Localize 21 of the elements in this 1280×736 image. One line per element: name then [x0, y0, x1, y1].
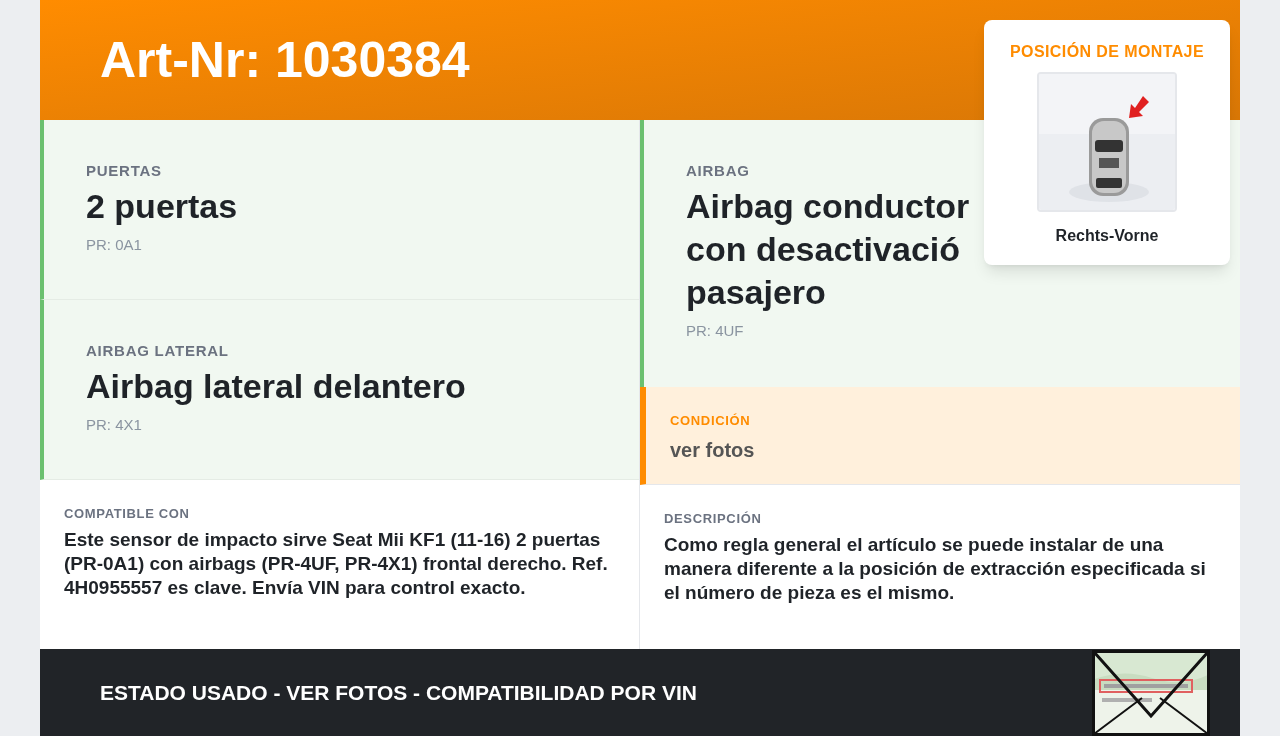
feature-value-line: Airbag conductor — [686, 185, 970, 227]
feature-value: 2 puertas — [86, 185, 238, 227]
card-title: POSICIÓN DE MONTAJE — [1010, 41, 1204, 62]
section-label: DESCRIPCIÓN — [664, 510, 763, 528]
section-label: COMPATIBLE CON — [64, 505, 191, 523]
feature-label: PUERTAS — [86, 161, 163, 181]
feature-value-line: pasajero — [686, 271, 826, 313]
pr-code: PR: 4X1 — [86, 414, 143, 435]
compatible-text: Este sensor de impacto sirve Seat Mii KF1 (11-16) 2 puertas (PR-0A1) con airbags (PR-4UF, PR-4X1) frontal derecho. Ref. 4H0955557 es clave. Envía VIN para control exacto. — [64, 527, 609, 600]
pr-code: PR: 4UF — [686, 320, 745, 341]
feature-label: AIRBAG LATERAL — [86, 341, 230, 361]
footer-text: ESTADO USADO - VER FOTOS - COMPATIBILIDAD POR VIN — [100, 679, 697, 706]
position-label: Rechts-Vorne — [1055, 226, 1159, 246]
condition-label: CONDICIÓN — [670, 412, 752, 430]
description-text: Como regla general el artículo se puede instalar de una manera diferente a la posición de extracción especificada si el número de pieza es el mismo. — [664, 532, 1207, 605]
feature-label: AIRBAG — [686, 161, 751, 181]
feature-value-line: con desactivació — [686, 228, 960, 270]
article-number: Art-Nr: 1030384 — [100, 30, 470, 90]
feature-value: Airbag lateral delantero — [86, 365, 466, 407]
pr-code: PR: 0A1 — [86, 234, 143, 255]
condition-value: ver fotos — [670, 437, 756, 463]
